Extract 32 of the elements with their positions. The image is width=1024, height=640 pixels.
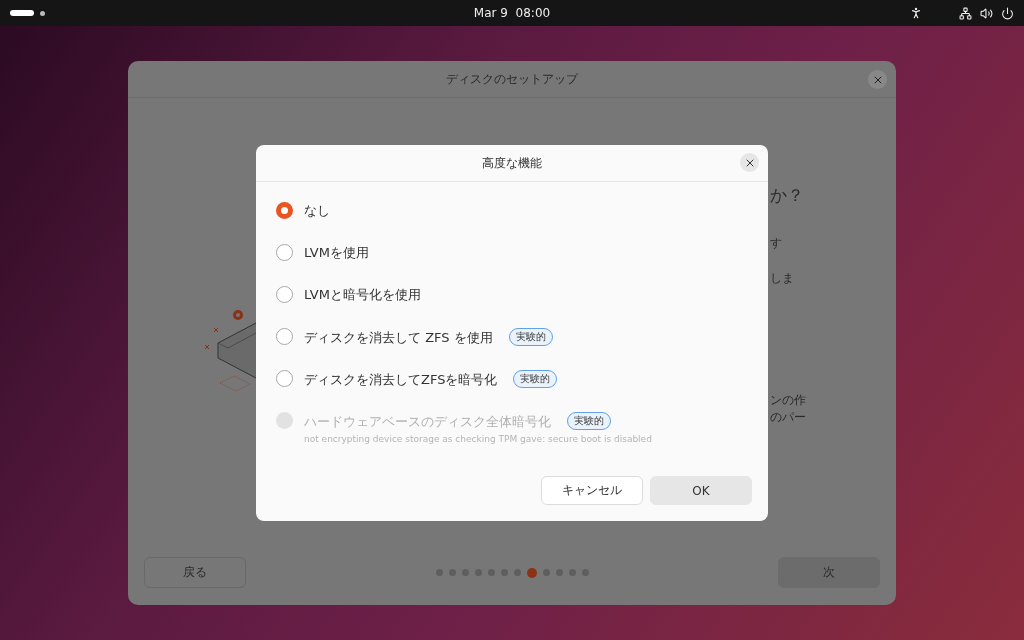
activities-indicator[interactable] [10, 10, 34, 16]
cancel-button[interactable]: キャンセル [541, 476, 643, 505]
radio-button[interactable] [276, 370, 293, 387]
radio-button[interactable] [276, 202, 293, 219]
experimental-badge: 実験的 [513, 370, 558, 388]
background-text: ンの作 [770, 393, 807, 408]
option-label: LVMと暗号化を使用 [304, 286, 421, 303]
option-label: ディスクを消去してZFSを暗号化 [304, 370, 498, 388]
experimental-badge: 実験的 [567, 412, 611, 430]
dialog-title: 高度な機能 [482, 154, 542, 172]
background-text: す [770, 236, 783, 251]
background-text: のパー [770, 409, 807, 424]
experimental-badge: 実験的 [508, 328, 553, 346]
network-icon[interactable] [959, 6, 972, 20]
volume-icon[interactable] [980, 6, 993, 20]
background-text: か？ [770, 185, 805, 206]
option-label: LVMを使用 [304, 244, 369, 261]
option-note: not encrypting device storage as checking TPM gave: secure boot is disabled [304, 434, 652, 444]
close-button[interactable] [740, 153, 759, 172]
radio-button[interactable] [276, 286, 293, 303]
window-title: ディスクのセットアップ [446, 70, 578, 88]
background-text: しま [770, 270, 795, 286]
option-label: なし [304, 202, 330, 219]
radio-button[interactable] [276, 328, 293, 345]
workspace-dot[interactable] [40, 10, 45, 16]
radio-button[interactable] [276, 244, 293, 261]
ok-button[interactable]: OK [650, 476, 752, 505]
option-label: ディスクを消去して ZFS を使用 [304, 328, 493, 346]
accessibility-icon[interactable] [909, 6, 923, 20]
clock[interactable]: Mar 9 08:00 [452, 6, 572, 20]
power-icon[interactable] [1001, 6, 1014, 20]
option-label: ハードウェアベースのディスク全体暗号化 [304, 412, 551, 430]
